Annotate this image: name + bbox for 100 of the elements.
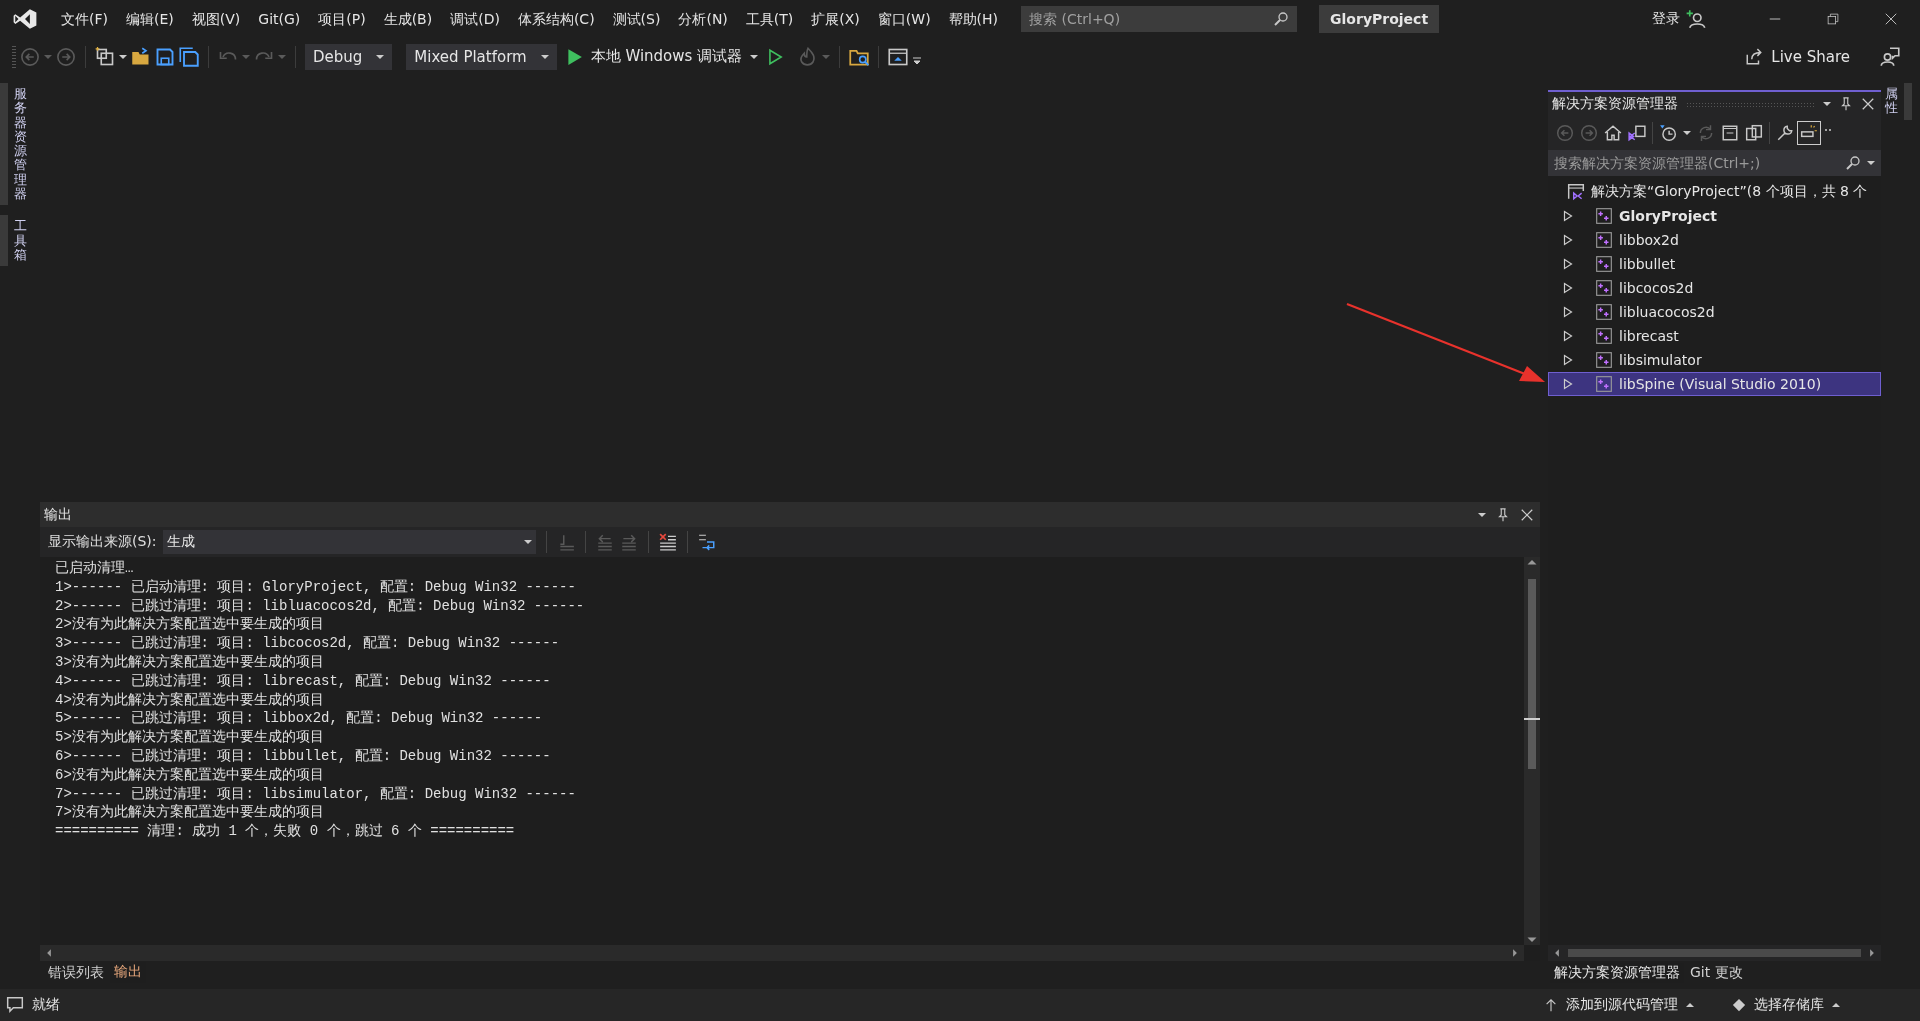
tree-row[interactable]: GloryProject bbox=[1548, 204, 1881, 228]
caret-icon bbox=[119, 54, 127, 59]
history-icon[interactable] bbox=[1659, 124, 1677, 142]
menu-item[interactable]: Git(G) bbox=[249, 0, 310, 38]
save-icon[interactable] bbox=[155, 46, 175, 67]
expand-arrow-icon[interactable] bbox=[1563, 210, 1573, 222]
menu-item[interactable]: 工具(T) bbox=[736, 0, 803, 38]
caret-icon bbox=[523, 540, 532, 544]
project-name: libsimulator bbox=[1619, 352, 1702, 368]
horizontal-scrollbar[interactable] bbox=[1548, 945, 1881, 961]
search-icon[interactable] bbox=[1273, 6, 1298, 32]
run-without-debugging-icon[interactable] bbox=[766, 47, 785, 66]
pin-icon[interactable] bbox=[1496, 507, 1510, 522]
solution-name: 解决方案“GloryProject”(8 个项目，共 8 个 bbox=[1591, 183, 1868, 201]
output-line: 2>------ 已跳过清理: 项目: libluacocos2d, 配置: Debug Win32 ------ bbox=[55, 596, 586, 616]
sign-in-link[interactable]: 登录 bbox=[1652, 10, 1680, 28]
platform-dropdown[interactable]: Mixed Platform bbox=[406, 43, 557, 70]
tree-row[interactable]: libluacocos2d bbox=[1548, 300, 1881, 324]
start-debugger-button[interactable]: 本地 Windows 调试器 bbox=[560, 47, 763, 66]
caret-icon bbox=[376, 54, 385, 59]
scroll-thumb[interactable] bbox=[1528, 579, 1536, 769]
expand-arrow-icon[interactable] bbox=[1563, 234, 1573, 246]
menu-item[interactable]: 调试(D) bbox=[441, 0, 509, 38]
side-tab[interactable]: 工具箱 bbox=[0, 215, 27, 267]
search-field[interactable]: 搜索 (Ctrl+Q) bbox=[1021, 6, 1274, 32]
expand-arrow-icon[interactable] bbox=[1563, 354, 1573, 366]
menu-item[interactable]: 分析(N) bbox=[669, 0, 737, 38]
select-repository-button[interactable]: 选择存储库 bbox=[1726, 995, 1846, 1015]
switch-views-icon[interactable] bbox=[1628, 124, 1646, 142]
side-tab[interactable]: 属性 bbox=[1881, 83, 1912, 120]
vertical-scrollbar[interactable] bbox=[1524, 557, 1540, 945]
notification-icon[interactable] bbox=[6, 996, 24, 1014]
repository-icon bbox=[1732, 998, 1746, 1012]
menu-item[interactable]: 窗口(W) bbox=[868, 0, 940, 38]
expand-arrow-icon[interactable] bbox=[1563, 258, 1573, 270]
tree-row[interactable]: librecast bbox=[1548, 324, 1881, 348]
menu-item[interactable]: 文件(F) bbox=[52, 0, 117, 38]
project-name: librecast bbox=[1619, 328, 1679, 344]
add-to-source-control-button[interactable]: 添加到源代码管理 bbox=[1538, 995, 1700, 1015]
tree-row[interactable]: libbox2d bbox=[1548, 228, 1881, 252]
panel-tab[interactable]: Git 更改 bbox=[1686, 963, 1747, 983]
feedback-icon[interactable] bbox=[1880, 46, 1900, 67]
expand-arrow-icon[interactable] bbox=[1563, 378, 1573, 390]
menu-item[interactable]: 帮助(H) bbox=[939, 0, 1008, 38]
close-icon[interactable] bbox=[1861, 97, 1875, 111]
caret-icon bbox=[822, 54, 831, 59]
menu-item[interactable]: 项目(P) bbox=[309, 0, 375, 38]
close-icon[interactable] bbox=[1520, 507, 1534, 522]
panel-title: 输出 bbox=[44, 505, 73, 524]
clear-all-icon[interactable] bbox=[658, 533, 677, 551]
search-field[interactable]: 搜索解决方案资源管理器(Ctrl+;) bbox=[1548, 150, 1841, 176]
menu-item[interactable]: 体系结构(C) bbox=[508, 0, 604, 38]
forward-icon[interactable] bbox=[56, 46, 76, 67]
caret-icon bbox=[242, 54, 250, 59]
new-item-icon[interactable] bbox=[95, 46, 115, 67]
expand-arrow-icon[interactable] bbox=[1563, 282, 1573, 294]
wrench-icon[interactable] bbox=[1776, 124, 1794, 142]
menu-item[interactable]: 测试(S) bbox=[603, 0, 670, 38]
tree-row[interactable]: libbullet bbox=[1548, 252, 1881, 276]
output-line: ========== 清理: 成功 1 个，失败 0 个，跳过 6 个 ========== bbox=[55, 822, 516, 841]
menu-item[interactable]: 扩展(X) bbox=[802, 0, 869, 38]
caret-icon bbox=[1865, 150, 1881, 176]
output-line: 已启动清理… bbox=[55, 559, 135, 578]
menu-item[interactable]: 生成(B) bbox=[374, 0, 442, 38]
open-folder-icon[interactable] bbox=[131, 46, 151, 67]
expand-arrow-icon[interactable] bbox=[1563, 330, 1573, 342]
tree-row[interactable]: libcocos2d bbox=[1548, 276, 1881, 300]
output-source-dropdown[interactable]: 生成 bbox=[162, 530, 536, 554]
window-icon[interactable] bbox=[888, 46, 909, 67]
output-line: 4>------ 已跳过清理: 项目: librecast, 配置: Debug Win32 ------ bbox=[55, 671, 552, 691]
pin-icon[interactable] bbox=[1839, 97, 1853, 111]
project-icon bbox=[1595, 303, 1613, 321]
configuration-dropdown[interactable]: Debug bbox=[305, 43, 393, 70]
add-user-icon[interactable] bbox=[1686, 9, 1706, 29]
side-tab[interactable]: 服务器资源管理器 bbox=[0, 83, 27, 206]
live-share-button[interactable]: Live Share bbox=[1739, 46, 1856, 67]
save-all-icon[interactable] bbox=[179, 46, 199, 67]
output-line: 6>------ 已跳过清理: 项目: libbullet, 配置: Debug Win32 ------ bbox=[55, 746, 552, 766]
expand-arrow-icon[interactable] bbox=[1563, 306, 1573, 318]
output-line: 4>没有为此解决方案配置选中要生成的项目 bbox=[55, 690, 325, 710]
collapse-all-icon[interactable] bbox=[1721, 124, 1739, 142]
project-name: libSpine (Visual Studio 2010) bbox=[1619, 376, 1822, 392]
panel-tab[interactable]: 错误列表 bbox=[44, 963, 108, 983]
output-line: 2>没有为此解决方案配置选中要生成的项目 bbox=[55, 615, 325, 635]
word-wrap-icon[interactable] bbox=[697, 533, 716, 551]
scroll-marker bbox=[1524, 718, 1540, 720]
tree-row[interactable]: 解决方案“GloryProject”(8 个项目，共 8 个 bbox=[1548, 180, 1881, 204]
tree-row[interactable]: libSpine (Visual Studio 2010) bbox=[1548, 372, 1881, 396]
output-line: 7>------ 已跳过清理: 项目: libsimulator, 配置: Debug Win32 ------ bbox=[55, 784, 577, 804]
tree-row[interactable]: libsimulator bbox=[1548, 348, 1881, 372]
project-icon bbox=[1595, 231, 1613, 249]
back-icon[interactable] bbox=[20, 46, 40, 67]
output-line: 5>------ 已跳过清理: 项目: libbox2d, 配置: Debug Win32 ------ bbox=[55, 709, 544, 729]
project-name-badge: GloryProject bbox=[1319, 5, 1440, 33]
home-icon[interactable] bbox=[1604, 124, 1622, 142]
menu-item[interactable]: 视图(V) bbox=[182, 0, 250, 38]
horizontal-scrollbar[interactable] bbox=[40, 945, 1524, 961]
project-icon bbox=[1595, 375, 1613, 393]
show-all-files-icon[interactable] bbox=[1745, 124, 1763, 142]
menu-item[interactable]: 编辑(E) bbox=[117, 0, 183, 38]
